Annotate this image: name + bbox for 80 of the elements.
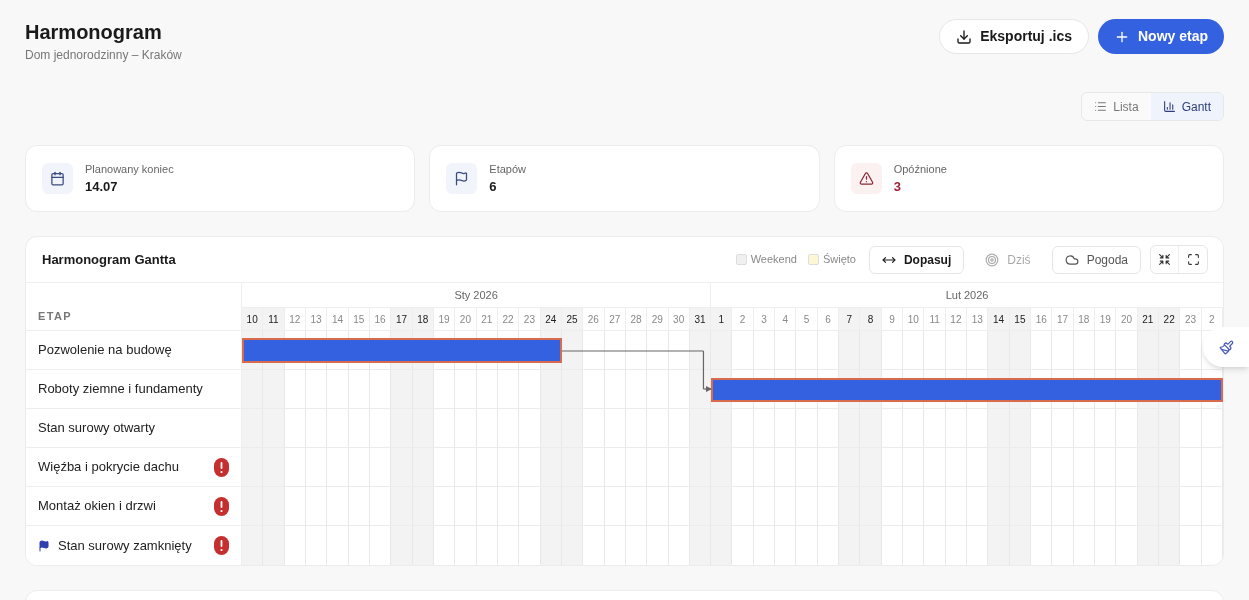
expand-icon (1186, 253, 1200, 266)
day-label: 25 (561, 308, 584, 330)
day-label: 11 (924, 308, 946, 330)
day-label: 21 (476, 308, 498, 330)
day-label: 12 (284, 308, 306, 330)
fit-button[interactable]: Dopasuj (868, 245, 965, 274)
collapse-icon (1158, 253, 1171, 266)
day-label: 20 (1116, 308, 1138, 330)
flag-icon (446, 163, 478, 194)
day-label: 5 (796, 308, 818, 330)
day-label: 13 (305, 308, 328, 330)
gantt-title: Harmonogram Gantta (42, 250, 176, 269)
day-label: 24 (540, 308, 562, 330)
stat-label: Etapów (489, 161, 527, 177)
day-label: 15 (348, 308, 370, 330)
day-label: 19 (1095, 308, 1117, 330)
project-subtitle: Dom jednorodzinny – Kraków (25, 47, 182, 64)
day-label: 26 (583, 308, 605, 330)
export-button[interactable]: Eksportuj .ics (939, 19, 1089, 54)
day-label: 10 (242, 308, 264, 330)
day-label: 8 (860, 308, 882, 330)
day-label: 22 (1159, 308, 1181, 330)
day-label: 31 (689, 308, 712, 330)
day-label: 14 (327, 308, 349, 330)
day-label: 9 (881, 308, 904, 330)
stat-label: Opóźnione (893, 161, 947, 177)
day-label: 12 (945, 308, 968, 330)
stage-name: Stan surowy zamknięty (58, 536, 192, 555)
brush-icon (1218, 339, 1234, 355)
view-tab[interactable]: Gantt (1150, 93, 1223, 120)
legend-label: Święto (822, 252, 856, 268)
stage-name: Pozwolenie na budowę (38, 341, 172, 360)
stat-value: 14.07 (85, 178, 119, 196)
column-heading: ETAP (38, 308, 72, 324)
day-label: 29 (647, 308, 669, 330)
day-label: 17 (1052, 308, 1074, 330)
weather-button[interactable]: Pogoda (1051, 245, 1141, 274)
stat-value: 3 (893, 178, 902, 196)
target-icon (985, 252, 1000, 267)
day-label: 3 (753, 308, 776, 330)
day-label: 30 (668, 308, 690, 330)
list-icon (1094, 100, 1108, 113)
day-label: 15 (1009, 308, 1032, 330)
day-label: 11 (263, 308, 285, 330)
stat-value: 6 (489, 178, 498, 196)
day-label: 22 (497, 308, 520, 330)
stage-name: Więźba i pokrycie dachu (38, 458, 179, 477)
day-label: 19 (433, 308, 456, 330)
day-label: 16 (1031, 308, 1053, 330)
warning-icon (850, 163, 882, 194)
day-label: 14 (988, 308, 1010, 330)
day-label: 17 (391, 308, 413, 330)
view-tab[interactable]: Lista (1082, 93, 1151, 120)
day-label: 2 (732, 308, 754, 330)
day-label: 27 (604, 308, 626, 330)
day-label: 4 (775, 308, 797, 330)
day-label: 28 (625, 308, 648, 330)
day-label: 7 (839, 308, 861, 330)
brush-button[interactable] (1203, 327, 1249, 367)
day-label: 21 (1137, 308, 1159, 330)
stage-name: Montaż okien i drzwi (38, 497, 156, 516)
calendar-icon (42, 163, 73, 194)
stage-name: Stan surowy otwarty (38, 419, 156, 438)
day-label: 1 (711, 308, 733, 330)
new-stage-button[interactable]: Nowy etap (1098, 19, 1224, 54)
month-label: Lut 2026 (945, 287, 989, 303)
day-label: 23 (519, 308, 541, 330)
day-label: 20 (455, 308, 477, 330)
page-title: Harmonogram (25, 20, 163, 44)
bar-chart-icon (1162, 100, 1176, 113)
day-label: 23 (1180, 308, 1202, 330)
day-label: 10 (903, 308, 925, 330)
day-label: 18 (412, 308, 434, 330)
legend-label: Weekend (750, 252, 797, 268)
stat-label: Planowany koniec (85, 161, 174, 177)
month-label: Sty 2026 (454, 287, 498, 303)
day-label: 18 (1073, 308, 1096, 330)
stage-name: Roboty ziemne i fundamenty (38, 380, 203, 399)
cloud-icon (1064, 252, 1079, 267)
download-icon (956, 28, 973, 45)
